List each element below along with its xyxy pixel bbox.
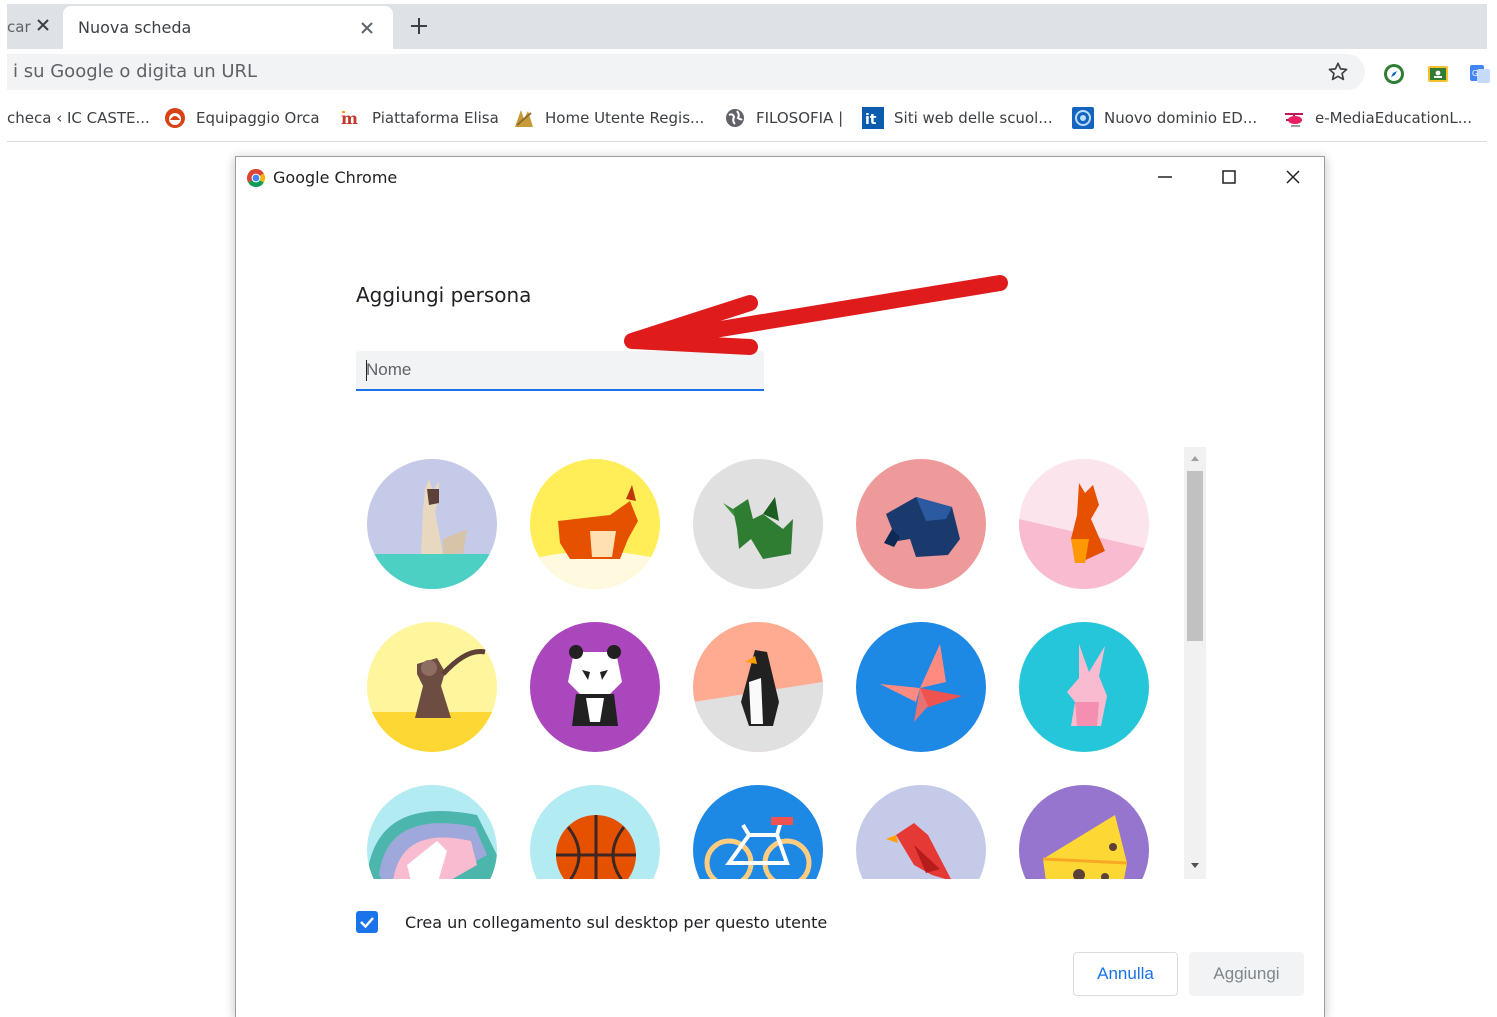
name-input[interactable]	[356, 351, 764, 391]
minimize-icon[interactable]	[1151, 165, 1179, 189]
avatar-basketball[interactable]	[530, 785, 660, 879]
register-icon	[515, 110, 533, 127]
tab-previous[interactable]: car	[7, 4, 49, 49]
avatar-corgi[interactable]	[530, 459, 660, 589]
scrollbar-thumb[interactable]	[1187, 471, 1203, 641]
add-button[interactable]: Aggiungi	[1189, 952, 1304, 996]
close-icon[interactable]	[1279, 165, 1307, 189]
compass-extension-icon[interactable]	[1383, 63, 1405, 85]
classroom-extension-icon[interactable]	[1427, 63, 1449, 85]
svg-text:it: it	[865, 112, 877, 128]
bookmark-item[interactable]: m Piattaforma Elisa	[340, 95, 499, 141]
avatar-bike[interactable]	[693, 785, 823, 879]
bookmark-label: checa ‹ IC CASTE...	[7, 109, 150, 127]
emblem-icon	[1072, 107, 1094, 129]
omnibox[interactable]: i su Google o digita un URL	[7, 54, 1365, 90]
desktop-shortcut-checkbox[interactable]	[356, 911, 378, 933]
bookmark-label: e-MediaEducationL...	[1315, 109, 1473, 127]
star-icon[interactable]	[1327, 61, 1349, 83]
helicopter-icon	[1285, 113, 1303, 127]
checkbox-label: Crea un collegamento sul desktop per que…	[405, 913, 828, 932]
bookmark-label: Piattaforma Elisa	[372, 109, 499, 127]
avatar-cheese[interactable]	[1019, 785, 1149, 879]
checkmark-icon	[360, 917, 374, 929]
bookmarks-bar: checa ‹ IC CASTE... Equipaggio Orca m Pi…	[7, 95, 1487, 142]
avatar-fox[interactable]	[1019, 459, 1149, 589]
avatar-cat[interactable]	[367, 459, 497, 589]
elisa-icon: m	[341, 109, 358, 128]
window-title: Google Chrome	[273, 168, 398, 187]
bookmark-label: Siti web delle scuol...	[894, 109, 1053, 127]
bookmark-label: Nuovo dominio ED...	[1104, 109, 1258, 127]
bookmark-label: Equipaggio Orca	[196, 109, 320, 127]
add-person-dialog: Google Chrome Aggiungi persona Nome Crea…	[235, 156, 1325, 1017]
avatar-butterfly[interactable]	[856, 622, 986, 752]
bookmark-item[interactable]: checa ‹ IC CASTE...	[7, 95, 150, 141]
chrome-logo-icon	[246, 169, 266, 188]
bookmark-item[interactable]: Home Utente Regis...	[513, 95, 704, 141]
cancel-button[interactable]: Annulla	[1073, 952, 1178, 996]
it-icon: it	[862, 107, 884, 129]
bookmark-label: FILOSOFIA |	[756, 109, 844, 127]
bookmark-item[interactable]: e-MediaEducationL...	[1283, 95, 1472, 141]
bookmark-item[interactable]: Nuovo dominio ED...	[1072, 95, 1257, 141]
tab-strip: car Nuova scheda	[7, 4, 1487, 49]
page-title: Aggiungi persona	[356, 283, 532, 307]
bookmark-item[interactable]: it Siti web delle scuol...	[862, 95, 1053, 141]
bookmark-item[interactable]: FILOSOFIA |	[724, 95, 843, 141]
avatar-penguin[interactable]	[693, 622, 823, 752]
svg-text:G: G	[1472, 69, 1478, 78]
avatar-panda[interactable]	[530, 622, 660, 752]
bookmark-label: Home Utente Regis...	[545, 109, 705, 127]
orca-icon	[165, 108, 185, 128]
close-icon[interactable]	[33, 15, 53, 35]
toolbar: i su Google o digita un URL G	[7, 49, 1490, 95]
text-caret	[366, 360, 367, 381]
close-icon[interactable]	[357, 18, 377, 38]
globe-icon	[726, 109, 744, 127]
avatar-grid	[356, 447, 1186, 879]
avatar-monkey[interactable]	[367, 622, 497, 752]
avatar-scrollbar[interactable]	[1184, 447, 1206, 879]
scroll-up-icon[interactable]	[1189, 453, 1201, 463]
tab-new-tab[interactable]: Nuova scheda	[63, 6, 393, 49]
tab-title: Nuova scheda	[78, 18, 192, 37]
bookmark-item[interactable]: Equipaggio Orca	[164, 95, 320, 141]
maximize-icon[interactable]	[1215, 165, 1243, 189]
avatar-elephant[interactable]	[856, 459, 986, 589]
avatar-dragon[interactable]	[693, 459, 823, 589]
avatar-rabbit[interactable]	[1019, 622, 1149, 752]
omnibox-placeholder: i su Google o digita un URL	[13, 61, 258, 82]
translate-extension-icon[interactable]: G	[1469, 63, 1491, 85]
scroll-down-icon[interactable]	[1189, 861, 1201, 871]
tab-previous-title: car	[7, 17, 31, 36]
plus-icon[interactable]	[407, 14, 431, 38]
avatar-unicorn[interactable]	[367, 785, 497, 879]
avatar-bird[interactable]	[856, 785, 986, 879]
